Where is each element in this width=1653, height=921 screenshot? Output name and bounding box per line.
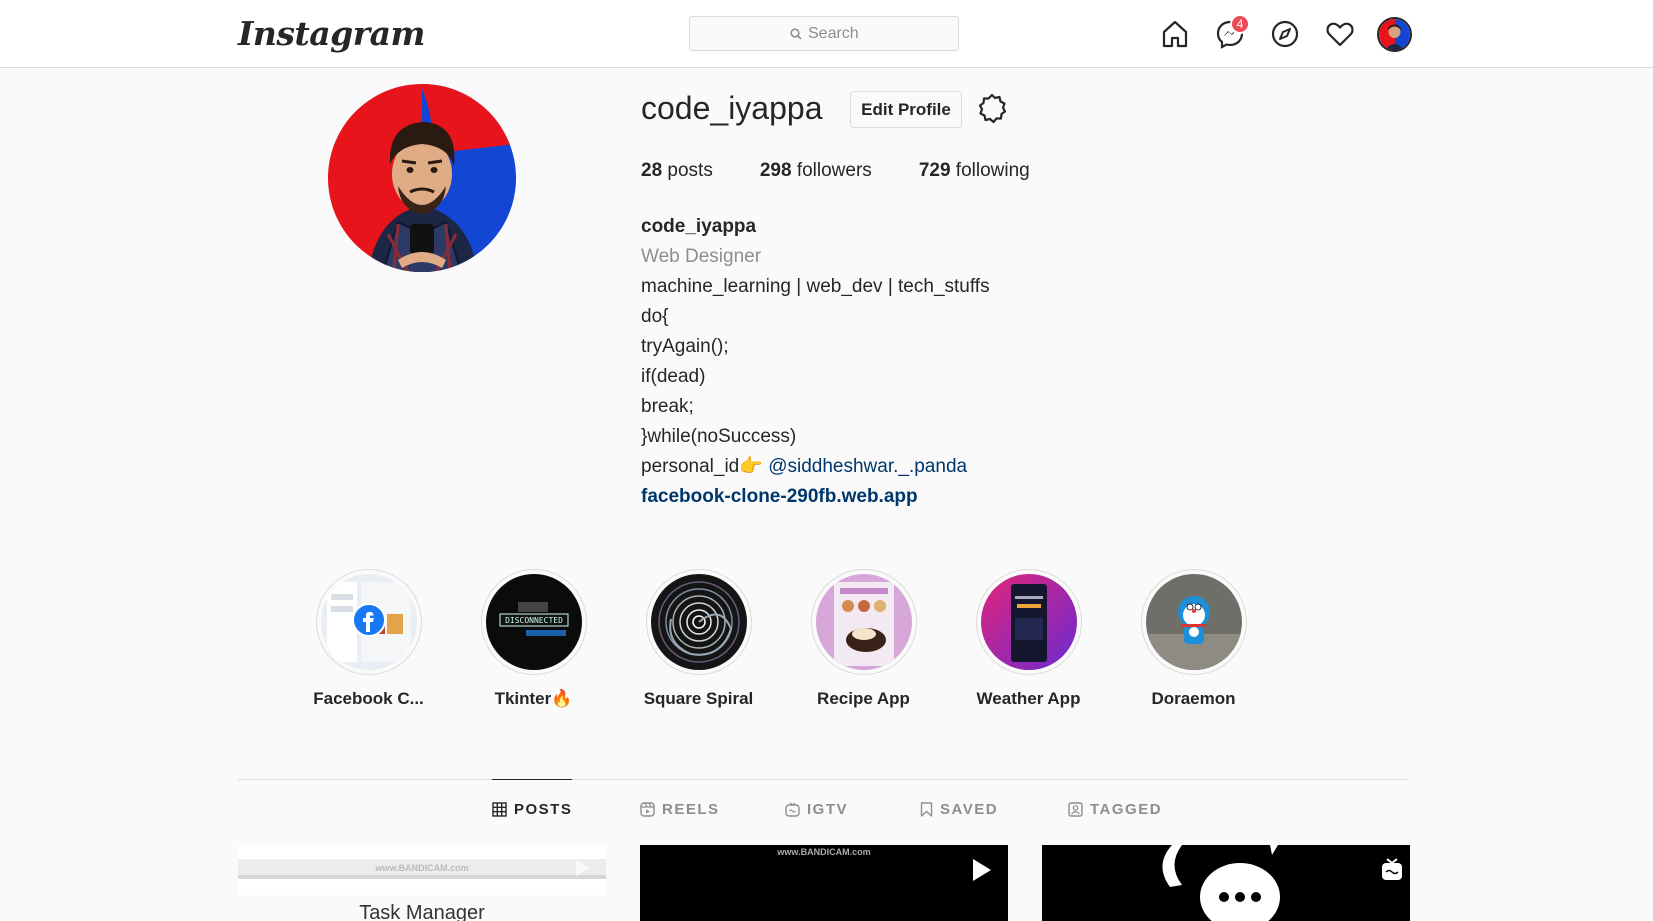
story-highlights: Facebook C... DISCONNECTED Tkinter🔥 Squa… bbox=[286, 569, 1276, 709]
post-thumbnail[interactable]: www.BANDICAM.com bbox=[640, 845, 1008, 921]
highlight-thumbnail bbox=[650, 574, 747, 670]
followers-stat[interactable]: 298 followers bbox=[760, 160, 872, 182]
tab-label: SAVED bbox=[940, 800, 999, 818]
highlight-label: Recipe App bbox=[817, 689, 910, 708]
instagram-logo[interactable]: Instagram bbox=[238, 14, 425, 53]
search-icon bbox=[790, 27, 802, 40]
tab-label: IGTV bbox=[807, 800, 849, 818]
reels-icon bbox=[640, 801, 655, 817]
bio-full-name: code_iyappa bbox=[641, 216, 757, 237]
bio-personal-prefix: personal_id bbox=[641, 456, 740, 477]
highlight-item[interactable]: DISCONNECTED Tkinter🔥 bbox=[451, 569, 616, 709]
highlight-item[interactable]: Weather App bbox=[946, 569, 1111, 709]
highlight-thumbnail: DISCONNECTED bbox=[485, 574, 582, 670]
tab-igtv[interactable]: IGTV bbox=[785, 779, 848, 839]
highlight-ring bbox=[810, 569, 917, 675]
profile-tabs: POSTS REELS IGTV SAVED TAGGED bbox=[238, 779, 1408, 839]
bio-category: Web Designer bbox=[641, 246, 762, 267]
profile-username: code_iyappa bbox=[641, 90, 823, 126]
profile-picture[interactable] bbox=[328, 84, 516, 272]
highlight-thumbnail bbox=[815, 574, 912, 670]
highlight-ring bbox=[975, 569, 1082, 675]
bookmark-icon bbox=[920, 801, 933, 817]
tab-reels[interactable]: REELS bbox=[640, 779, 720, 839]
bio-line: }while(noSuccess) bbox=[641, 426, 797, 447]
posts-label: posts bbox=[667, 160, 713, 181]
tab-saved[interactable]: SAVED bbox=[920, 779, 998, 839]
top-navigation-bar: Instagram 4 bbox=[0, 0, 1653, 68]
following-label: following bbox=[955, 160, 1030, 181]
search-box[interactable] bbox=[689, 16, 959, 51]
followers-label: followers bbox=[796, 160, 872, 181]
post-thumbnail[interactable] bbox=[1042, 845, 1410, 921]
highlight-item[interactable]: Doraemon bbox=[1111, 569, 1276, 709]
highlight-label: Doraemon bbox=[1151, 689, 1236, 708]
bio-line: tryAgain(); bbox=[641, 336, 729, 357]
profile-stats: 28 posts 298 followers 729 following bbox=[641, 160, 1077, 182]
highlight-ring: DISCONNECTED bbox=[480, 569, 587, 675]
profile-bio: code_iyappa Web Designer machine_learnin… bbox=[641, 212, 990, 512]
bio-line: if(dead) bbox=[641, 366, 706, 387]
tab-label: TAGGED bbox=[1090, 800, 1163, 818]
highlight-label: Square Spiral bbox=[643, 689, 754, 708]
bio-line: machine_learning | web_dev | tech_stuffs bbox=[641, 276, 990, 297]
highlight-thumbnail bbox=[1145, 574, 1242, 670]
tab-label: POSTS bbox=[514, 801, 573, 818]
post-thumbnail[interactable]: www.BANDICAM.com Task Manager bbox=[238, 845, 606, 921]
bio-personal-line: personal_id👉 @siddheshwar._.panda bbox=[641, 452, 990, 482]
activity-heart-icon[interactable] bbox=[1323, 17, 1357, 51]
edit-profile-button[interactable]: Edit Profile bbox=[850, 91, 962, 128]
tab-tagged[interactable]: TAGGED bbox=[1068, 779, 1162, 839]
bio-line: break; bbox=[641, 396, 694, 417]
pointing-hand-emoji: 👉 bbox=[739, 456, 763, 477]
home-icon[interactable] bbox=[1158, 17, 1192, 51]
posts-grid: www.BANDICAM.com Task Manager www.BANDIC… bbox=[238, 845, 1410, 921]
highlight-item[interactable]: Recipe App bbox=[781, 569, 946, 709]
posts-count: 28 bbox=[641, 160, 663, 181]
highlight-label: Weather App bbox=[976, 689, 1081, 708]
igtv-icon bbox=[785, 802, 800, 817]
highlight-label: Facebook C... bbox=[313, 689, 424, 708]
posts-stat: 28 posts bbox=[641, 160, 713, 182]
messages-badge: 4 bbox=[1230, 14, 1250, 34]
followers-count: 298 bbox=[759, 160, 792, 181]
highlight-ring bbox=[1140, 569, 1247, 675]
highlight-ring bbox=[645, 569, 752, 675]
following-stat[interactable]: 729 following bbox=[919, 160, 1030, 182]
tab-posts[interactable]: POSTS bbox=[492, 779, 573, 839]
tab-label: REELS bbox=[662, 800, 720, 818]
bandicam-watermark: www.BANDICAM.com bbox=[374, 863, 468, 873]
disconnected-text: DISCONNECTED bbox=[505, 616, 563, 625]
explore-compass-icon[interactable] bbox=[1268, 17, 1302, 51]
bio-line: do{ bbox=[641, 306, 669, 327]
grid-icon bbox=[492, 802, 507, 817]
highlight-thumbnail bbox=[980, 574, 1077, 670]
settings-gear-icon[interactable] bbox=[975, 92, 1009, 126]
tagged-icon bbox=[1068, 801, 1083, 817]
following-count: 729 bbox=[918, 160, 951, 181]
profile-avatar-icon[interactable] bbox=[1377, 17, 1412, 52]
highlight-item[interactable]: Facebook C... bbox=[286, 569, 451, 709]
bandicam-watermark: www.BANDICAM.com bbox=[776, 847, 870, 857]
task-manager-text: Task Manager bbox=[359, 902, 485, 921]
bio-mention-link[interactable]: @siddheshwar._.panda bbox=[768, 456, 967, 477]
highlight-ring bbox=[315, 569, 422, 675]
bio-website-link[interactable]: facebook-clone-290fb.web.app bbox=[641, 482, 990, 512]
highlight-thumbnail bbox=[320, 574, 417, 670]
highlight-label: Tkinter🔥 bbox=[494, 689, 573, 708]
messenger-icon[interactable]: 4 bbox=[1213, 14, 1250, 51]
highlight-item[interactable]: Square Spiral bbox=[616, 569, 781, 709]
search-input[interactable] bbox=[808, 24, 858, 43]
